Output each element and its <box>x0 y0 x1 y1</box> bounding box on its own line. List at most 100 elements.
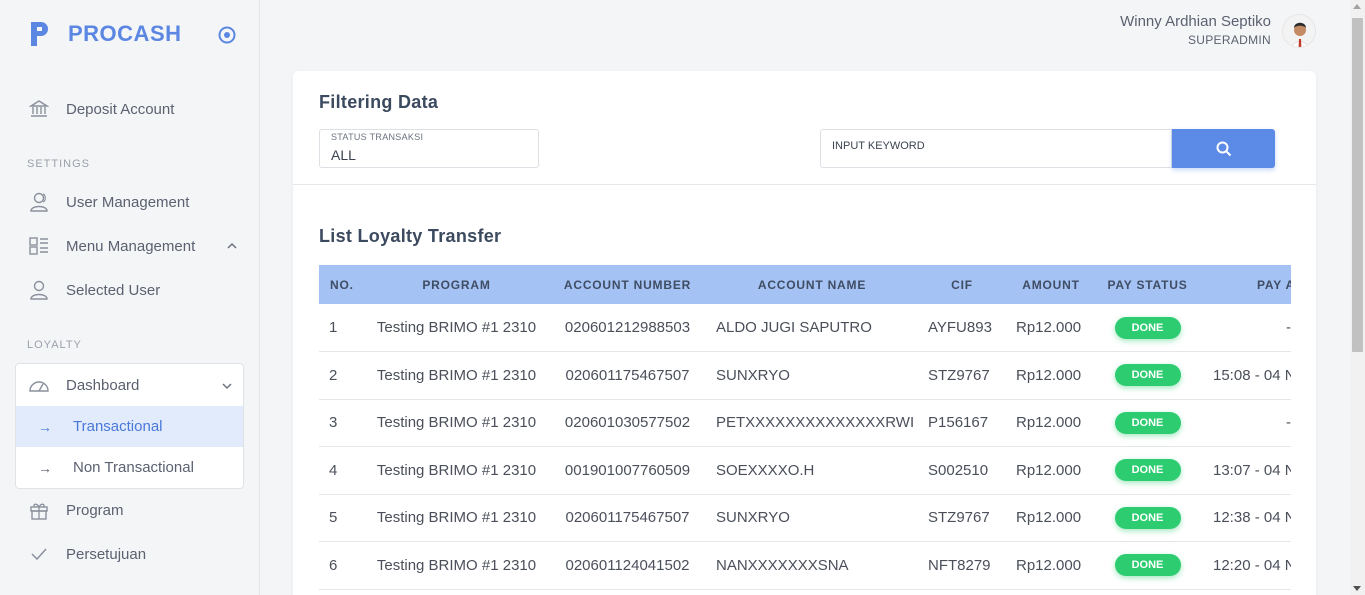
cell-pay-at: 12:38 - 04 Nov <box>1213 509 1291 527</box>
sidebar-item-user-management[interactable]: User Management <box>28 190 189 214</box>
column-header[interactable]: ACCOUNT NAME <box>706 265 918 304</box>
cell-program: Testing BRIMO #1 2310 <box>376 556 537 574</box>
main-card: Filtering Data STATUS TRANSAKSI ALL INPU… <box>293 71 1316 595</box>
sidebar: PROCASH Deposit Account SETTINGS User Ma… <box>0 0 260 595</box>
table-row[interactable]: 4 Testing BRIMO #1 2310 001901007760509 … <box>319 447 1291 494</box>
user-icon <box>28 279 50 301</box>
sidebar-item-label: User Management <box>66 193 190 211</box>
cell-cif: STZ9767 <box>928 509 990 527</box>
brand[interactable]: PROCASH <box>28 20 182 48</box>
keyword-input[interactable]: INPUT KEYWORD <box>820 129 1172 168</box>
user-info[interactable]: Winny Ardhian Septiko SUPERADMIN <box>1120 13 1271 47</box>
cell-account-name: SUNXRYO <box>716 366 790 384</box>
sidebar-item-persetujuan[interactable]: Persetujuan <box>28 542 146 566</box>
sidebar-subitem-transactional[interactable]: → Transactional <box>16 406 243 447</box>
cell-no: 3 <box>329 414 338 432</box>
cell-cif: NFT8279 <box>928 556 991 574</box>
cell-no: 1 <box>329 319 338 336</box>
status-badge: DONE <box>1114 506 1181 529</box>
sidebar-item-label: Program <box>66 501 124 519</box>
column-header[interactable]: NO. <box>319 265 364 304</box>
sidebar-subitem-non-transactional[interactable]: → Non Transactional <box>16 447 243 488</box>
column-header[interactable]: PROGRAM <box>364 265 549 304</box>
sidebar-subitem-label: Transactional <box>73 418 163 435</box>
filter-title: Filtering Data <box>319 92 439 112</box>
users-icon <box>28 191 50 213</box>
sidebar-item-label: Deposit Account <box>66 100 175 118</box>
status-badge: DONE <box>1114 411 1181 434</box>
sidebar-item-label: Selected User <box>66 281 161 299</box>
user-role: SUPERADMIN <box>1187 33 1271 47</box>
sidebar-item-selected-user[interactable]: Selected User <box>28 278 160 302</box>
cell-no: 6 <box>329 556 338 574</box>
arrow-right-icon: → <box>38 418 52 435</box>
section-label-loyalty: LOYALTY <box>27 339 82 351</box>
status-badge: DONE <box>1114 364 1181 387</box>
loyalty-transfer-table: NO. PROGRAM ACCOUNT NUMBER ACCOUNT NAME … <box>319 265 1291 595</box>
status-transaksi-value: ALL <box>331 147 356 163</box>
dashboard-group: Dashboard → Transactional → Non Transact… <box>15 363 244 489</box>
sidebar-item-program[interactable]: Program <box>28 498 124 522</box>
cell-pay-at: 12:20 - 04 Nov <box>1213 556 1291 574</box>
check-icon <box>28 543 50 565</box>
search-icon <box>1216 141 1231 156</box>
status-badge: DONE <box>1114 554 1181 577</box>
search-button[interactable] <box>1172 129 1275 168</box>
column-header[interactable]: PAY STATUS <box>1096 265 1199 304</box>
cell-pay-at: 13:07 - 04 Nov <box>1213 461 1291 479</box>
status-transaksi-select[interactable]: STATUS TRANSAKSI ALL <box>319 129 539 168</box>
cell-account-number: 020601175467507 <box>565 366 690 384</box>
cell-no: 2 <box>329 366 338 384</box>
cell-account-name: SUNXRYO <box>716 509 790 527</box>
gift-icon <box>28 499 50 521</box>
cell-account-number: 020601212988503 <box>564 319 691 336</box>
sidebar-item-label: Persetujuan <box>66 545 147 563</box>
cell-cif: AYFU893 <box>928 319 992 336</box>
sidebar-subitem-label: Non Transactional <box>73 459 194 476</box>
cell-program: Testing BRIMO #1 2310 <box>376 509 537 527</box>
column-header[interactable]: CIF <box>918 265 1006 304</box>
sidebar-item-deposit-account[interactable]: Deposit Account <box>28 97 174 121</box>
cell-account-number: 020601175467507 <box>565 509 690 527</box>
cell-amount: Rp12.000 <box>1016 556 1082 574</box>
avatar[interactable] <box>1282 14 1316 48</box>
section-label-settings: SETTINGS <box>27 158 91 170</box>
cell-cif: STZ9767 <box>928 366 990 384</box>
sidebar-item-dashboard[interactable]: Dashboard <box>16 364 243 406</box>
column-header[interactable]: PAY AT <box>1199 265 1291 304</box>
cell-pay-at: 15:08 - 04 Nov <box>1213 366 1291 384</box>
cell-amount: Rp12.000 <box>1016 319 1082 336</box>
table-row[interactable]: 1 Testing BRIMO #1 2310 020601212988503 … <box>319 304 1291 352</box>
scrollbar-thumb[interactable] <box>1352 18 1363 352</box>
column-header[interactable]: AMOUNT <box>1006 265 1096 304</box>
cell-program: Testing BRIMO #1 2310 <box>376 319 537 336</box>
cell-amount: Rp12.000 <box>1016 461 1082 479</box>
sidebar-item-label: Dashboard <box>66 376 140 394</box>
cell-account-name: ALDO JUGI SAPUTRO <box>716 319 872 336</box>
cell-amount: Rp12.000 <box>1016 414 1082 432</box>
status-transaksi-label: STATUS TRANSAKSI <box>331 132 424 142</box>
cell-account-number: 020601124041502 <box>565 556 690 574</box>
table-row[interactable]: 6 Testing BRIMO #1 2310 020601124041502 … <box>319 542 1291 589</box>
cell-account-name: PETXXXXXXXXXXXXXXRWI <box>716 414 915 432</box>
sidebar-item-menu-management[interactable]: Menu Management <box>28 234 238 258</box>
table-row[interactable]: 5 Testing BRIMO #1 2310 020601175467507 … <box>319 494 1291 542</box>
sidebar-item-label: Menu Management <box>66 237 196 255</box>
cell-program: Testing BRIMO #1 2310 <box>376 366 537 384</box>
bank-icon <box>28 98 50 120</box>
table-header: NO. PROGRAM ACCOUNT NUMBER ACCOUNT NAME … <box>319 265 1291 304</box>
scroll-up-arrow-icon[interactable] <box>1353 4 1361 9</box>
sidebar-toggle-icon[interactable] <box>217 25 237 45</box>
list-title: List Loyalty Transfer <box>319 226 502 246</box>
user-name: Winny Ardhian Septiko <box>1120 13 1271 30</box>
cell-program: Testing BRIMO #1 2310 <box>376 414 537 432</box>
cell-pay-at: - <box>1286 414 1291 432</box>
table-row[interactable]: 2 Testing BRIMO #1 2310 020601175467507 … <box>319 352 1291 399</box>
procash-logo-icon <box>31 22 48 46</box>
table-row[interactable]: 3 Testing BRIMO #1 2310 020601030577502 … <box>319 399 1291 447</box>
column-header[interactable]: ACCOUNT NUMBER <box>549 265 706 304</box>
gauge-icon <box>28 374 50 396</box>
scroll-down-arrow-icon[interactable] <box>1353 586 1361 591</box>
status-badge: DONE <box>1114 316 1181 339</box>
cell-cif: S002510 <box>928 461 989 479</box>
